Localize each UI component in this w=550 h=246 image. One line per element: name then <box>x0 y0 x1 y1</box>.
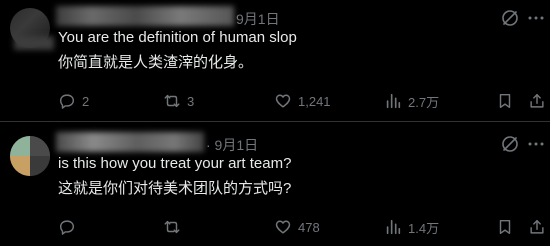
author-name-redacted[interactable] <box>56 6 234 26</box>
reply-text-en: You are the definition of human slop <box>58 29 297 46</box>
bookmark-icon <box>499 93 511 109</box>
post-date[interactable]: 9月1日 <box>236 9 280 29</box>
reply-button[interactable] <box>58 217 82 237</box>
reply-post-2[interactable]: · 9月1日 is this how you treat your art te… <box>0 122 550 246</box>
grok-icon[interactable] <box>500 134 520 154</box>
avatar[interactable] <box>10 136 50 176</box>
reply-button[interactable]: 2 <box>58 91 89 111</box>
share-button[interactable] <box>528 217 546 237</box>
views-count: 2.7万 <box>408 94 440 110</box>
share-icon <box>530 93 544 108</box>
reply-post-1[interactable]: 9月1日 You are the definition of human slo… <box>0 0 550 121</box>
reply-text-zh: 这就是你们对待美术团队的方式吗? <box>58 180 292 197</box>
share-button[interactable] <box>528 91 546 111</box>
repost-button[interactable]: 3 <box>163 91 194 111</box>
reply-text-en: is this how you treat your art team? <box>58 155 292 172</box>
bookmark-icon <box>499 219 511 235</box>
views-icon <box>386 219 401 235</box>
repost-button[interactable] <box>163 217 187 237</box>
more-icon[interactable] <box>526 134 546 154</box>
views-icon <box>386 93 401 109</box>
bookmark-button[interactable] <box>496 91 514 111</box>
reply-text-zh: 你简直就是人类渣滓的化身。 <box>58 54 254 71</box>
repost-count: 3 <box>187 93 195 109</box>
views-button[interactable]: 1.4万 <box>384 217 439 237</box>
reply-count: 2 <box>82 93 90 109</box>
author-name-redacted[interactable] <box>56 132 204 152</box>
like-icon <box>275 94 291 108</box>
like-icon <box>275 220 291 234</box>
reply-icon <box>59 94 75 109</box>
repost-icon <box>164 220 180 234</box>
grok-icon[interactable] <box>500 8 520 28</box>
repost-icon <box>164 94 180 108</box>
redacted-block <box>14 36 54 50</box>
reply-icon <box>59 220 75 235</box>
share-icon <box>530 219 544 234</box>
like-button[interactable]: 478 <box>274 217 320 237</box>
views-button[interactable]: 2.7万 <box>384 91 439 111</box>
views-count: 1.4万 <box>408 220 440 236</box>
post-date[interactable]: · 9月1日 <box>206 135 258 155</box>
more-icon[interactable] <box>526 8 546 28</box>
action-bar: 2 3 1,241 2.7万 <box>0 91 550 111</box>
like-button[interactable]: 1,241 <box>274 91 331 111</box>
action-bar: 478 1.4万 <box>0 217 550 237</box>
bookmark-button[interactable] <box>496 217 514 237</box>
like-count: 1,241 <box>298 93 331 109</box>
like-count: 478 <box>298 219 320 235</box>
